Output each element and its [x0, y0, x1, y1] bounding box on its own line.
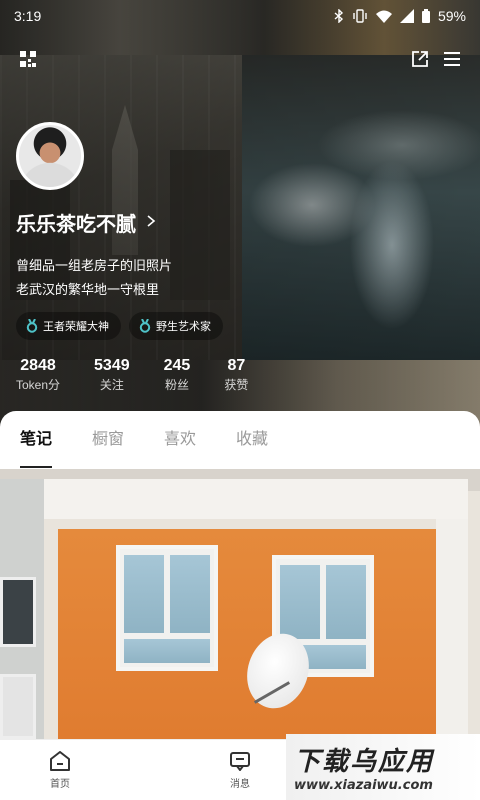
stat-label: Token分	[16, 378, 61, 392]
stat-value: 245	[163, 357, 191, 374]
status-bar: 3:19 59%	[0, 0, 480, 32]
profile-stats: 2848 Token分 5349 关注 245 粉丝 87 获赞	[16, 356, 274, 394]
medal-icon	[26, 319, 38, 333]
stat-likes[interactable]: 87 获赞	[224, 356, 248, 394]
tab-notes[interactable]: 笔记	[20, 411, 53, 469]
signal-icon	[399, 9, 414, 23]
bluetooth-icon	[334, 9, 344, 23]
message-icon	[230, 751, 250, 771]
stat-label: 关注	[99, 378, 124, 392]
medal-icon	[139, 319, 151, 333]
share-icon[interactable]	[411, 50, 429, 73]
tab-showcase[interactable]: 橱窗	[92, 411, 124, 469]
bio-line: 老武汉的繁华地一守根里	[16, 282, 160, 297]
content-tabs: 笔记 橱窗 喜欢 收藏	[0, 411, 480, 469]
note-cover-image[interactable]	[0, 469, 480, 739]
qr-code-icon[interactable]	[19, 50, 37, 73]
nav-home[interactable]: 首页	[0, 740, 120, 800]
badge[interactable]: 王者荣耀大神	[16, 312, 121, 340]
nav-label: 首页	[50, 778, 70, 790]
watermark-url: www.xiazaiwu.com	[294, 778, 433, 793]
badge[interactable]: 野生艺术家	[129, 312, 223, 340]
stat-value: 2848	[20, 357, 56, 374]
content-tabs-sheet: 笔记 橱窗 喜欢 收藏	[0, 411, 480, 469]
stat-token[interactable]: 2848 Token分	[16, 356, 60, 394]
home-icon	[50, 750, 70, 771]
profile-nickname: 乐乐茶吃不腻	[16, 214, 136, 236]
stat-label: 粉丝	[164, 378, 189, 392]
profile-bio: 曾细品一组老房子的旧照片 老武汉的繁华地一守根里	[16, 254, 172, 302]
stat-value: 87	[227, 357, 246, 374]
site-watermark: 下载乌应用 www.xiazaiwu.com	[286, 734, 480, 800]
wifi-icon	[375, 10, 392, 23]
status-time: 3:19	[14, 8, 42, 24]
battery-level: 59%	[437, 8, 466, 24]
watermark-title: 下载乌应用	[294, 747, 435, 777]
profile-name-row[interactable]: 乐乐茶吃不腻	[16, 208, 156, 237]
menu-icon[interactable]	[443, 51, 461, 72]
stat-followers[interactable]: 245 粉丝	[164, 356, 191, 394]
badge-list: 王者荣耀大神 野生艺术家	[16, 312, 223, 340]
nav-messages[interactable]: 消息	[180, 740, 300, 800]
tab-favorites[interactable]: 收藏	[236, 411, 268, 469]
tab-likes[interactable]: 喜欢	[164, 411, 196, 469]
vibrate-icon	[352, 9, 368, 23]
avatar[interactable]	[16, 122, 84, 190]
badge-label: 王者荣耀大神	[43, 321, 109, 333]
chevron-right-icon	[146, 212, 156, 233]
stat-label: 获赞	[224, 378, 249, 392]
nav-label: 消息	[230, 778, 250, 790]
bio-line: 曾细品一组老房子的旧照片	[16, 258, 173, 273]
battery-icon	[421, 9, 430, 23]
stat-following[interactable]: 5349 关注	[94, 356, 130, 394]
badge-label: 野生艺术家	[156, 321, 211, 333]
stat-value: 5349	[94, 357, 130, 374]
